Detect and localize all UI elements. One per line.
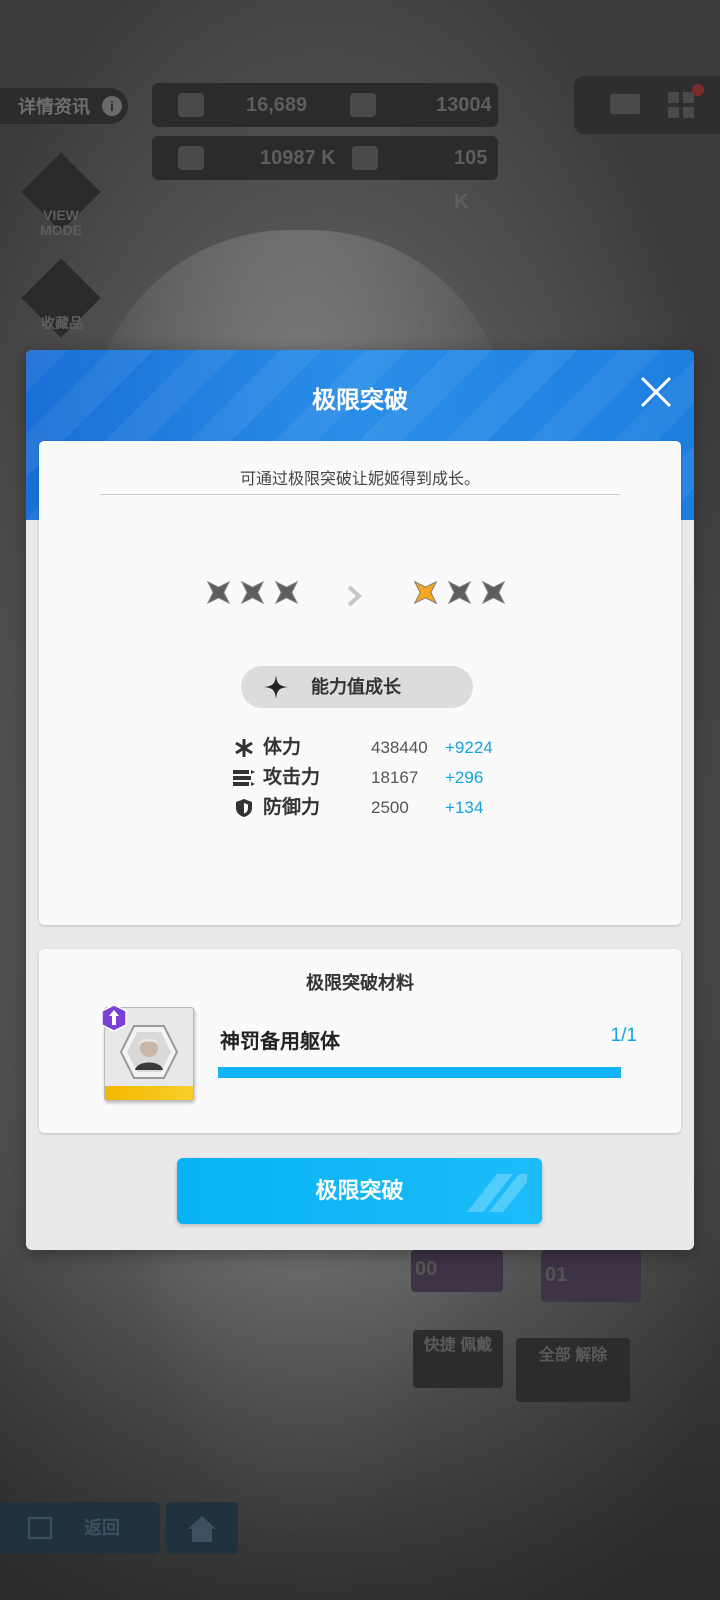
stat-row-attack: 攻击力 18167 +296 [233,764,493,792]
stat-name: 体力 [263,737,302,758]
info-icon: i [102,96,122,116]
material-progress-fill [218,1067,621,1078]
material-progress-bar [218,1067,621,1078]
battle-data-icon [178,146,204,170]
stat-name: 防御力 [263,797,321,818]
limit-break-dialog: 极限突破 可通过极限突破让妮姬得到成长。 能力值成长 体力 438440 +92… [26,350,694,1250]
material-panel: 极限突破材料 神罚备用躯体 1/1 [39,949,681,1133]
star-icon [447,580,472,605]
limit-break-button[interactable]: 极限突破 [177,1158,542,1224]
star-icon [481,580,506,605]
star-active-icon [413,580,438,605]
mail-icon[interactable] [610,94,640,114]
star-icon [274,580,299,605]
resource-value: 105 K [454,147,488,213]
resource-bar-bottom: 10987 K 105 K [152,136,498,213]
chevron-right-icon [347,585,362,607]
gear-slot[interactable]: 01 [541,1250,641,1302]
rarity-bar [105,1086,193,1100]
stat-row-defense: 防御力 2500 +134 [233,794,493,822]
crystal-icon [178,93,204,117]
character-portrait-icon [119,1025,179,1079]
credit-card-icon [350,93,376,117]
resource-value: 16,689 [246,94,308,116]
growth-panel: 可通过极限突破让妮姬得到成长。 能力值成长 体力 438440 +9224 攻击… [39,441,681,925]
exit-icon [28,1517,52,1539]
dialog-title: 极限突破 [312,387,408,414]
stat-increase: +134 [445,798,484,817]
stat-value: 2500 [371,798,409,817]
stat-value: 18167 [371,768,419,787]
divider [100,494,620,495]
stars-before [205,579,300,609]
stat-row-hp: 体力 438440 +9224 [233,734,493,762]
view-mode-label: VIEW MODE [40,207,82,238]
hp-icon [235,739,253,757]
home-icon [188,1516,216,1542]
quick-equip-button[interactable]: 快捷 佩戴 [413,1330,503,1388]
stat-increase: +296 [445,768,484,787]
resource-value: 13004 K [436,94,492,160]
material-count: 1/1 [610,1025,637,1046]
star-icon [240,580,265,605]
growth-label: 能力值成长 [311,677,401,697]
limit-break-label: 极限突破 [315,1178,404,1203]
stat-growth-header: 能力值成长 [241,666,473,708]
sparkle-icon [264,675,288,699]
details-label: 详情资讯 [18,97,90,117]
top-right-menu [574,76,720,134]
stars-after [412,579,507,609]
collection-label: 收藏品 [41,315,83,331]
resource-bar-top: 16,689 13004 K [152,83,498,160]
stat-increase: +9224 [445,738,493,757]
rarity-badge-icon [101,1004,127,1032]
description-text: 可通过极限突破让妮姬得到成长。 [239,471,480,488]
back-label: 返回 [84,1518,120,1538]
gear-slot[interactable]: 00 [411,1250,503,1292]
star-icon [206,580,231,605]
back-button[interactable]: 返回 [0,1502,160,1554]
core-dust-icon [352,146,378,170]
material-title: 极限突破材料 [306,973,414,993]
stat-value: 438440 [371,738,428,757]
attack-icon [233,770,255,786]
home-button[interactable] [166,1502,238,1554]
details-button[interactable]: 详情资讯 i [0,88,128,124]
stat-name: 攻击力 [263,767,321,788]
defense-icon [236,799,252,817]
resource-value: 10987 K [260,147,336,169]
menu-grid-icon[interactable] [668,92,694,118]
unequip-all-button[interactable]: 全部 解除 [516,1338,630,1402]
material-name: 神罚备用躯体 [220,1031,340,1053]
notification-dot [692,84,704,96]
close-icon[interactable] [636,372,676,412]
